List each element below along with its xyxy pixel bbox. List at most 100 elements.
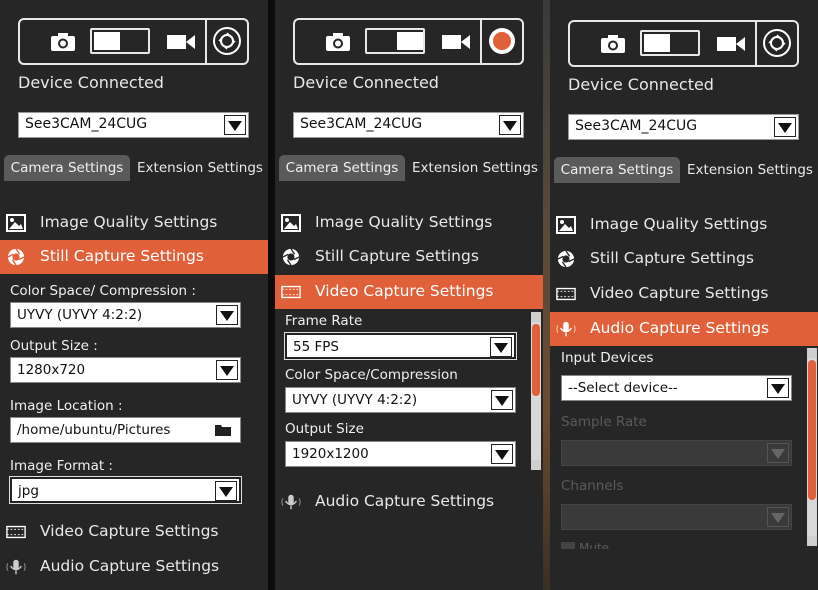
scroll-up-arrow[interactable]: [807, 348, 817, 358]
frame-rate-label: Frame Rate: [285, 313, 363, 329]
menu-label: Image Quality Settings: [315, 213, 493, 231]
chevron-down-icon[interactable]: [499, 115, 521, 135]
sample-rate-label: Sample Rate: [561, 414, 647, 430]
capture-button-icon[interactable]: [212, 26, 242, 56]
settings-panel-video: Device Connected See3CAM_24CUG Camera Se…: [275, 0, 543, 590]
mode-toggle[interactable]: [640, 30, 700, 56]
camera-icon[interactable]: [600, 34, 626, 54]
scrollbar[interactable]: [531, 312, 541, 470]
video-camera-icon[interactable]: [166, 32, 196, 52]
menu-label: Image Quality Settings: [590, 215, 768, 233]
color-space-value: UYVY (UYVY 4:2:2): [292, 392, 418, 408]
divider: [480, 18, 482, 65]
tab-camera-settings[interactable]: Camera Settings: [4, 155, 130, 181]
chevron-down-icon[interactable]: [774, 117, 796, 137]
microphone-icon: [6, 559, 26, 575]
capture-button-icon[interactable]: [762, 28, 792, 58]
chevron-down-icon[interactable]: [216, 360, 238, 380]
menu-still-capture[interactable]: Still Capture Settings: [275, 240, 543, 274]
chevron-down-icon[interactable]: [216, 305, 238, 325]
output-size-value: 1280x720: [17, 362, 86, 378]
image-icon: [281, 214, 301, 232]
scroll-thumb[interactable]: [808, 360, 816, 500]
folder-icon[interactable]: [214, 423, 232, 437]
menu-still-capture[interactable]: Still Capture Settings: [550, 242, 818, 276]
input-device-select[interactable]: --Select device--: [561, 375, 792, 401]
tab-camera-settings[interactable]: Camera Settings: [554, 157, 680, 183]
device-select-value: See3CAM_24CUG: [575, 118, 698, 134]
menu-label: Video Capture Settings: [315, 282, 494, 300]
output-size-value: 1920x1200: [292, 446, 369, 462]
output-size-label: Output Size :: [10, 338, 98, 354]
chevron-down-icon[interactable]: [491, 390, 513, 410]
sample-rate-select: [561, 440, 792, 466]
color-space-label: Color Space/ Compression :: [10, 283, 196, 299]
menu-label: Video Capture Settings: [40, 522, 219, 540]
aperture-icon: [557, 250, 575, 268]
image-format-label: Image Format :: [10, 458, 113, 474]
channels-label: Channels: [561, 478, 624, 494]
color-space-select[interactable]: UYVY (UYVY 4:2:2): [285, 387, 516, 413]
film-icon: [556, 287, 576, 301]
aperture-icon: [282, 248, 300, 266]
film-icon: [6, 525, 26, 539]
tab-camera-settings[interactable]: Camera Settings: [279, 155, 405, 181]
output-size-select[interactable]: 1280x720: [10, 357, 241, 383]
camera-icon[interactable]: [325, 32, 351, 52]
menu-image-quality[interactable]: Image Quality Settings: [275, 206, 543, 240]
menu-image-quality[interactable]: Image Quality Settings: [0, 206, 268, 240]
menu-audio-capture[interactable]: Audio Capture Settings: [0, 550, 268, 584]
panel-gap: [268, 0, 275, 590]
menu-still-capture[interactable]: Still Capture Settings: [0, 240, 268, 274]
tab-extension-settings[interactable]: Extension Settings: [134, 155, 266, 181]
output-size-select[interactable]: 1920x1200: [285, 441, 516, 467]
tab-extension-settings[interactable]: Extension Settings: [684, 157, 816, 183]
color-space-value: UYVY (UYVY 4:2:2): [17, 307, 143, 323]
menu-image-quality[interactable]: Image Quality Settings: [550, 208, 818, 242]
menu-label: Video Capture Settings: [590, 284, 769, 302]
input-device-value: --Select device--: [568, 380, 678, 396]
mode-toggle[interactable]: [365, 28, 425, 54]
chevron-down-icon[interactable]: [224, 115, 246, 135]
frame-rate-select[interactable]: 55 FPS: [284, 332, 517, 360]
tab-extension-settings[interactable]: Extension Settings: [409, 155, 541, 181]
menu-audio-capture[interactable]: Audio Capture Settings: [275, 485, 543, 519]
settings-tabs: Camera Settings Extension Settings: [4, 155, 266, 181]
scrollbar[interactable]: [807, 348, 817, 546]
chevron-down-icon: [767, 507, 789, 527]
settings-tabs: Camera Settings Extension Settings: [554, 157, 816, 183]
camera-icon[interactable]: [50, 32, 76, 52]
record-button-icon[interactable]: [487, 26, 517, 56]
device-connected-label: Device Connected: [293, 73, 439, 92]
color-space-label: Color Space/Compression: [285, 367, 458, 383]
chevron-down-icon[interactable]: [491, 444, 513, 464]
device-select[interactable]: See3CAM_24CUG: [568, 114, 799, 140]
menu-label: Still Capture Settings: [590, 249, 754, 267]
menu-video-capture[interactable]: Video Capture Settings: [0, 515, 268, 549]
video-camera-icon[interactable]: [441, 32, 471, 52]
image-icon: [6, 214, 26, 232]
scroll-down-arrow[interactable]: [807, 536, 817, 546]
image-location-value: /home/ubuntu/Pictures: [17, 422, 171, 438]
menu-video-capture[interactable]: Video Capture Settings: [550, 277, 818, 311]
settings-panel-still: Device Connected See3CAM_24CUG Camera Se…: [0, 0, 268, 590]
scroll-thumb[interactable]: [532, 324, 540, 396]
settings-tabs: Camera Settings Extension Settings: [279, 155, 541, 181]
menu-video-capture[interactable]: Video Capture Settings: [275, 275, 543, 309]
chevron-down-icon[interactable]: [490, 337, 512, 357]
scroll-up-arrow[interactable]: [531, 312, 541, 322]
mode-toggle[interactable]: [90, 28, 150, 54]
image-location-field[interactable]: /home/ubuntu/Pictures: [10, 417, 241, 443]
device-select[interactable]: See3CAM_24CUG: [18, 112, 249, 138]
video-camera-icon[interactable]: [716, 34, 746, 54]
device-select[interactable]: See3CAM_24CUG: [293, 112, 524, 138]
color-space-select[interactable]: UYVY (UYVY 4:2:2): [10, 302, 241, 328]
menu-audio-capture[interactable]: Audio Capture Settings: [550, 312, 818, 346]
scroll-down-arrow[interactable]: [531, 460, 541, 470]
mute-label: Mute: [579, 541, 610, 549]
image-format-select[interactable]: jpg: [9, 476, 242, 504]
capture-mode-bar: [293, 18, 524, 65]
chevron-down-icon[interactable]: [767, 378, 789, 398]
divider: [755, 20, 757, 67]
chevron-down-icon[interactable]: [215, 481, 237, 501]
